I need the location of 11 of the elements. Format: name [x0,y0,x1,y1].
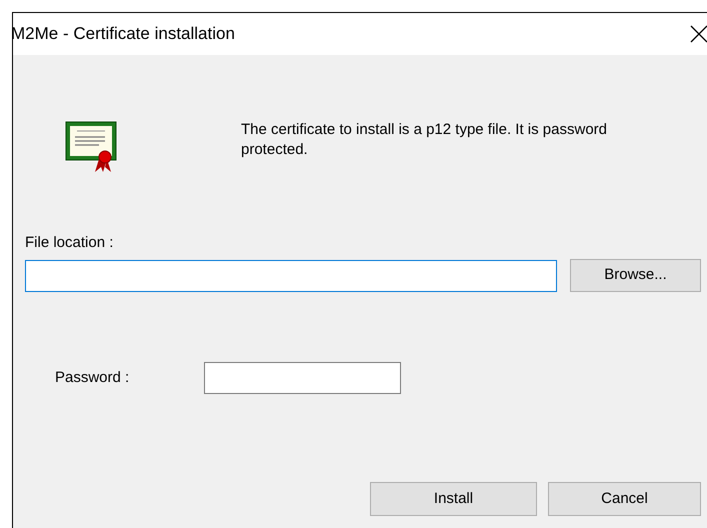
window-title: M2Me - Certificate installation [11,23,235,46]
cancel-button[interactable]: Cancel [548,482,701,516]
info-message: The certificate to install is a p12 type file. It is password protected. [241,120,608,160]
browse-button[interactable]: Browse... [570,259,701,292]
certificate-icon [65,121,117,173]
input-field[interactable] [25,260,557,292]
field-label: Password : [55,368,130,388]
close-icon[interactable] [690,25,707,43]
install-button[interactable]: Install [370,482,537,516]
input-field[interactable] [204,362,401,394]
field-label: File location : [25,233,114,253]
